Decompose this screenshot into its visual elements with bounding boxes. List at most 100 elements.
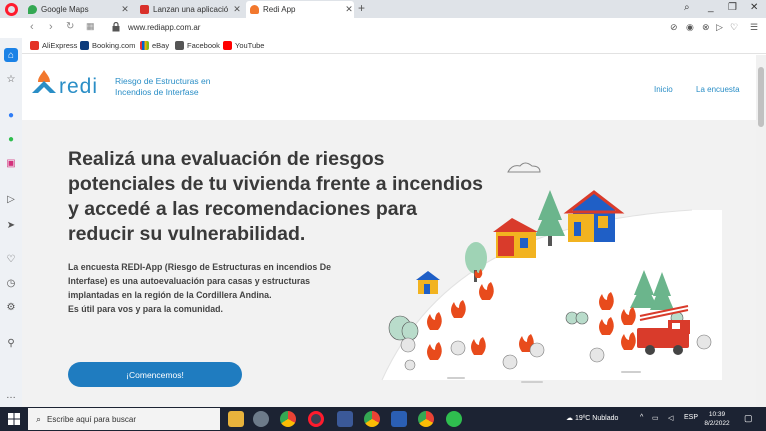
tab-lanzan[interactable]: Lanzan una aplicación para ✕ bbox=[136, 1, 242, 18]
address-bar: ‹ › ↻ ▦ www.rediapp.com.ar ⊘ ◉ ⊗ ▷ ♡ ☰ bbox=[0, 18, 766, 38]
weather-widget[interactable]: ☁ 19ºC Nublado bbox=[566, 414, 618, 422]
web-page: redi Riesgo de Estructuras en Incendios … bbox=[22, 55, 756, 407]
search-tabs-icon[interactable]: ⌕ bbox=[684, 2, 690, 13]
tab-redi-app[interactable]: Redi App ✕ bbox=[246, 1, 354, 18]
chevron-up-icon[interactable]: ^ bbox=[640, 414, 643, 421]
language-indicator[interactable]: ESP bbox=[684, 414, 698, 421]
windows-taskbar: ⌕ Escribe aquí para buscar ☁ 19ºC Nublad… bbox=[0, 407, 766, 431]
new-tab-button[interactable]: + bbox=[358, 1, 365, 15]
speed-dial-icon[interactable]: ▦ bbox=[86, 21, 95, 32]
fire-risk-illustration bbox=[381, 162, 722, 383]
bookmark-ebay[interactable]: eBay bbox=[140, 41, 169, 50]
bookmark-youtube[interactable]: YouTube bbox=[223, 41, 264, 50]
bookmarks-bar: AliExpress Booking.com eBay Facebook You… bbox=[22, 38, 766, 54]
redi-favicon-icon bbox=[250, 5, 259, 14]
chrome-icon[interactable] bbox=[280, 411, 296, 427]
taskbar-search-box[interactable]: ⌕ Escribe aquí para buscar bbox=[28, 408, 220, 430]
search-icon: ⌕ bbox=[36, 413, 42, 424]
opera-taskbar-icon[interactable] bbox=[308, 411, 324, 427]
close-tab-icon[interactable]: ✕ bbox=[232, 4, 242, 15]
bookmarks-icon[interactable]: ☆ bbox=[4, 72, 18, 86]
pinboard-icon[interactable]: ⚲ bbox=[4, 336, 18, 350]
cloud-icon: ☁ bbox=[566, 415, 575, 422]
notifications-icon[interactable]: ▢ bbox=[744, 413, 753, 424]
my-flow-heart-icon[interactable]: ♡ bbox=[4, 252, 18, 266]
whatsapp-icon[interactable]: ● bbox=[4, 132, 18, 146]
clock-time: 10:39 bbox=[708, 411, 726, 418]
word-icon[interactable] bbox=[391, 411, 407, 427]
back-button[interactable]: ‹ bbox=[30, 21, 34, 33]
description-line: Interfase) es una autoevaluación para ca… bbox=[68, 276, 311, 286]
network-icon[interactable]: ▭ bbox=[652, 414, 659, 422]
whatsapp-taskbar-icon[interactable] bbox=[446, 411, 462, 427]
heart-icon[interactable]: ♡ bbox=[730, 22, 738, 33]
site-subtitle: Riesgo de Estructuras en Incendios de In… bbox=[115, 76, 211, 97]
scrollbar-thumb[interactable] bbox=[758, 67, 764, 127]
redi-flame-house-logo-icon[interactable] bbox=[32, 69, 56, 95]
facebook-taskbar-icon[interactable] bbox=[337, 411, 353, 427]
tab-label: Redi App bbox=[263, 5, 296, 14]
tab-google-maps[interactable]: Google Maps ✕ bbox=[24, 1, 130, 18]
volume-icon[interactable]: ◁ bbox=[668, 414, 673, 422]
home-icon[interactable]: ⌂ bbox=[4, 48, 18, 62]
chrome-profile-icon[interactable] bbox=[364, 411, 380, 427]
url-field[interactable]: www.rediapp.com.ar bbox=[128, 23, 200, 32]
red-house-icon bbox=[493, 218, 538, 258]
bookmark-label: Facebook bbox=[187, 41, 220, 50]
camera-icon[interactable]: ◉ bbox=[686, 22, 694, 33]
reload-icon[interactable]: ↻ bbox=[66, 21, 74, 32]
tree-icon bbox=[388, 315, 419, 341]
page-scrollbar[interactable] bbox=[756, 55, 766, 407]
minimize-button[interactable]: _ bbox=[708, 2, 714, 13]
bookmark-booking[interactable]: Booking.com bbox=[80, 41, 135, 50]
description-line: Es útil para vos y para la comunidad. bbox=[68, 304, 223, 314]
cloud-icon bbox=[507, 162, 541, 173]
maximize-button[interactable]: ❐ bbox=[728, 2, 737, 13]
aliexpress-icon bbox=[30, 41, 39, 50]
description-line: implantadas en la región de la Cordiller… bbox=[68, 290, 272, 300]
easy-setup-icon[interactable]: ⊘ bbox=[670, 22, 678, 33]
tab-label: Lanzan una aplicación para bbox=[153, 5, 228, 14]
news-favicon-icon bbox=[140, 5, 149, 14]
history-icon[interactable]: ◷ bbox=[4, 276, 18, 290]
description-line: La encuesta REDI-App (Riesgo de Estructu… bbox=[68, 262, 331, 272]
messenger-icon[interactable]: ● bbox=[4, 108, 18, 122]
opera-sidebar: ⌂ ☆ ● ● ▣ ▷ ➤ ♡ ◷ ⚙ ⚲ … bbox=[0, 38, 22, 407]
clock-date: 8/2/2022 bbox=[704, 420, 730, 427]
site-header: redi Riesgo de Estructuras en Incendios … bbox=[22, 55, 756, 120]
bookmark-aliexpress[interactable]: AliExpress bbox=[30, 41, 77, 50]
site-logo-wordmark[interactable]: redi bbox=[59, 75, 98, 99]
start-survey-button[interactable]: ¡Comencemos! bbox=[68, 362, 242, 387]
booking-icon bbox=[80, 41, 89, 50]
player-icon[interactable]: ▷ bbox=[716, 22, 723, 33]
app-icon[interactable] bbox=[253, 411, 269, 427]
taskbar-search-placeholder: Escribe aquí para buscar bbox=[47, 414, 136, 424]
vpn-icon[interactable]: ⊗ bbox=[702, 22, 710, 33]
browser-tab-strip: Google Maps ✕ Lanzan una aplicación para… bbox=[0, 0, 766, 18]
close-tab-icon[interactable]: ✕ bbox=[120, 4, 130, 15]
bookmark-label: YouTube bbox=[235, 41, 265, 50]
file-explorer-icon[interactable] bbox=[228, 411, 244, 427]
menu-icon[interactable]: ☰ bbox=[750, 22, 758, 33]
google-maps-favicon-icon bbox=[28, 5, 37, 14]
weather-text: 19ºC Nublado bbox=[574, 415, 619, 422]
facebook-icon bbox=[175, 41, 184, 50]
taskbar-clock[interactable]: 10:39 8/2/2022 bbox=[702, 410, 732, 428]
forward-button[interactable]: › bbox=[49, 21, 53, 33]
send-icon[interactable]: ➤ bbox=[4, 218, 18, 232]
youtube-icon bbox=[223, 41, 232, 50]
close-window-button[interactable]: ✕ bbox=[750, 2, 758, 13]
settings-gear-icon[interactable]: ⚙ bbox=[4, 300, 18, 314]
nav-link-inicio[interactable]: Inicio bbox=[654, 85, 673, 94]
more-icon[interactable]: … bbox=[4, 388, 18, 402]
instagram-icon[interactable]: ▣ bbox=[4, 156, 18, 170]
windows-start-icon[interactable] bbox=[8, 413, 20, 425]
bookmark-facebook[interactable]: Facebook bbox=[175, 41, 220, 50]
nav-link-la-encuesta[interactable]: La encuesta bbox=[696, 85, 740, 94]
player-sidebar-icon[interactable]: ▷ bbox=[4, 192, 18, 206]
close-tab-icon[interactable]: ✕ bbox=[344, 4, 354, 15]
small-house-icon bbox=[416, 271, 440, 294]
lock-icon bbox=[112, 22, 120, 32]
chrome-profile-2-icon[interactable] bbox=[418, 411, 434, 427]
opera-menu-icon[interactable] bbox=[5, 3, 18, 16]
